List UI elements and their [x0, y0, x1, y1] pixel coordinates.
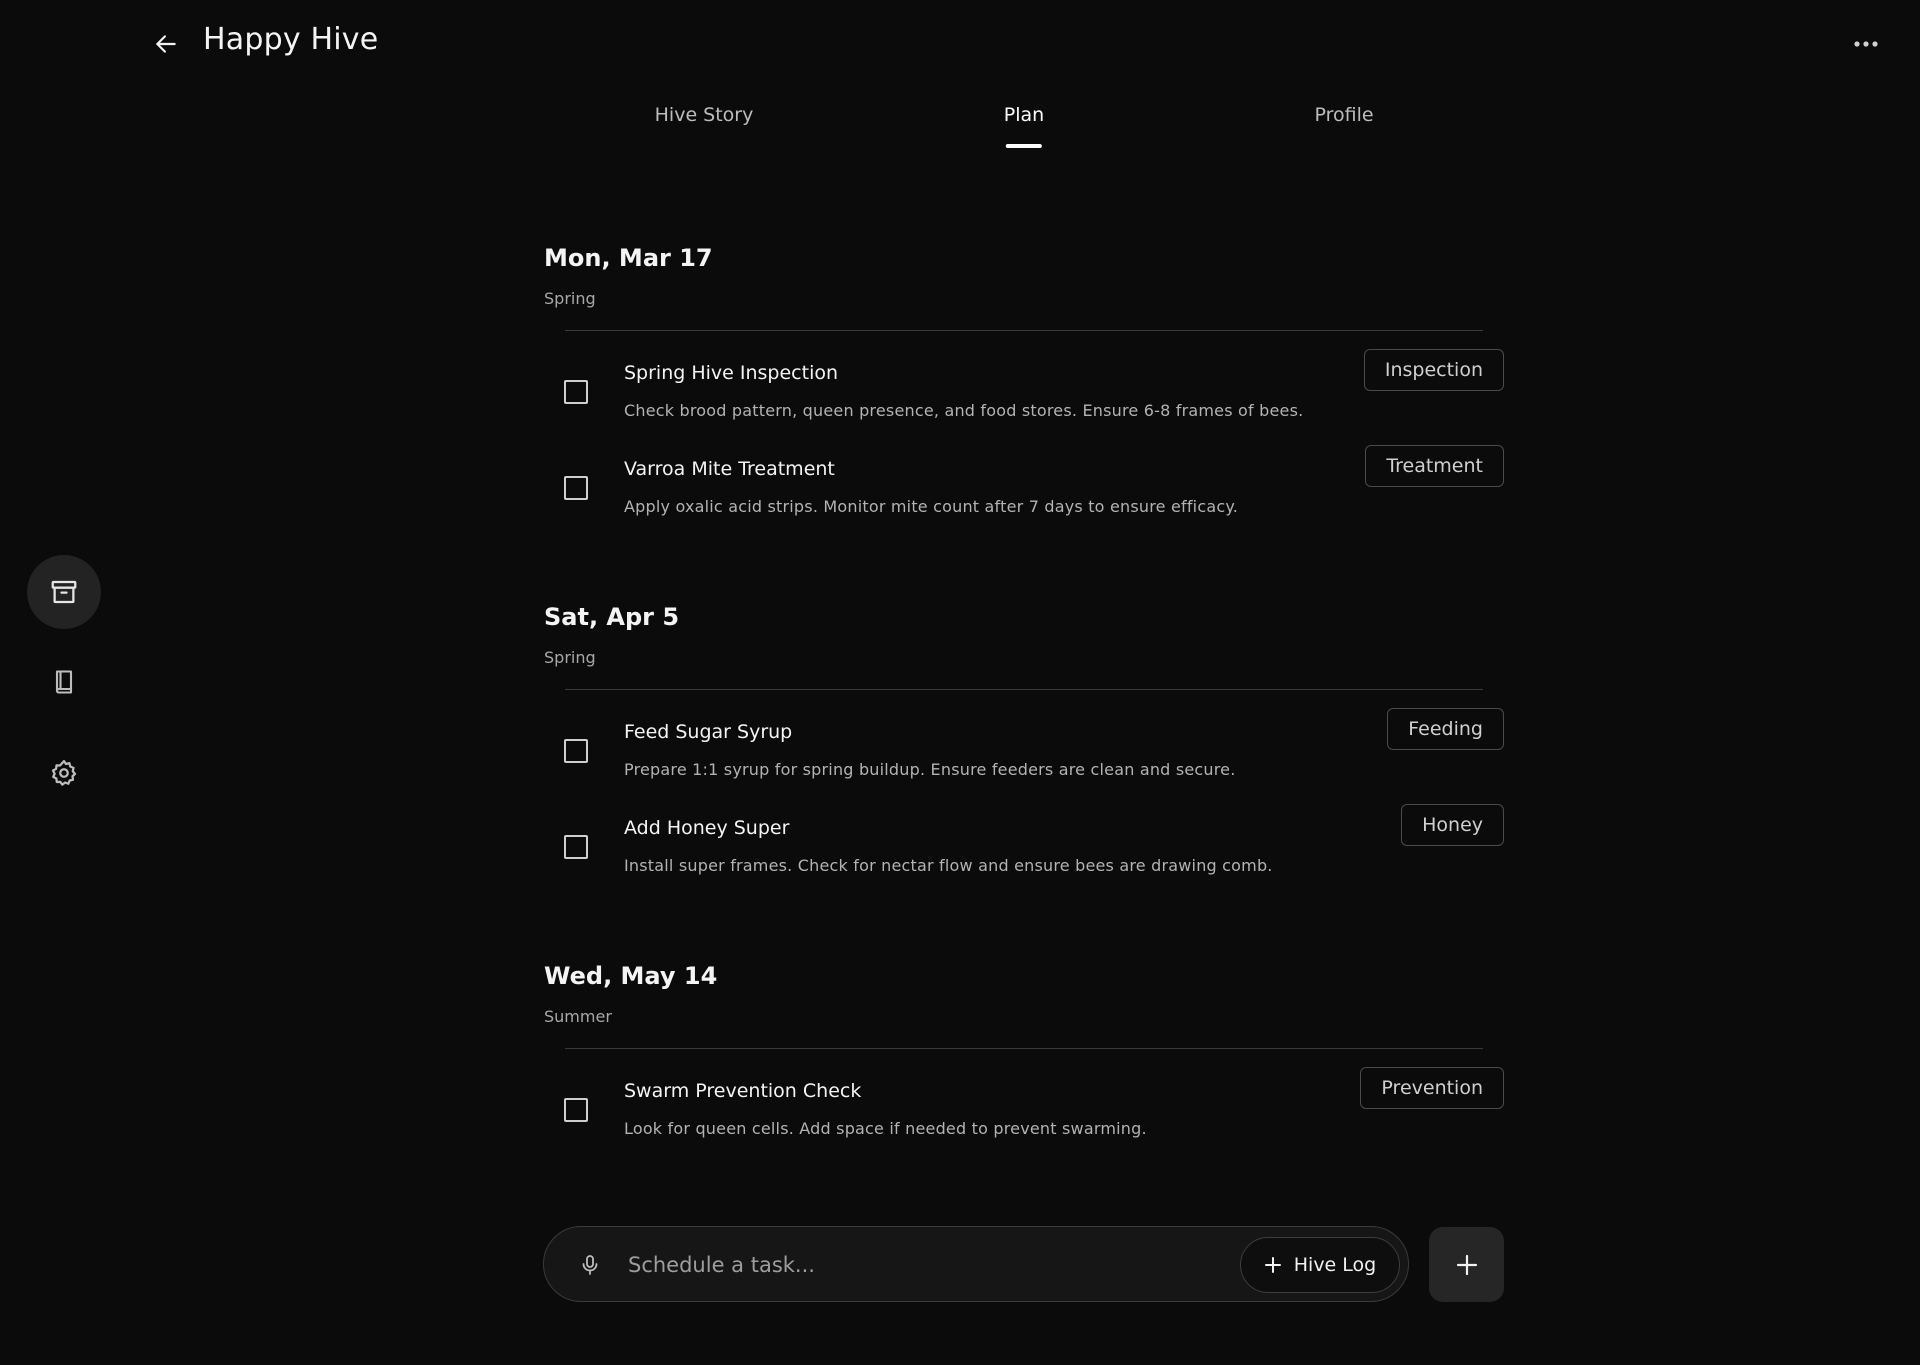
task-row: Swarm Prevention Check Look for queen ce…	[544, 1067, 1504, 1160]
arrow-left-icon	[156, 35, 176, 53]
date-heading: Sat, Apr 5	[544, 603, 680, 631]
tab-label: Plan	[1003, 104, 1045, 126]
task-category-tag[interactable]: Inspection	[1363, 349, 1504, 391]
tab-label: Profile	[1314, 104, 1374, 126]
tab-profile[interactable]: Profile	[1314, 104, 1373, 154]
task-title: Feed Sugar Syrup	[624, 721, 793, 743]
page-title: Happy Hive	[203, 22, 379, 57]
task-description: Look for queen cells. Add space if neede…	[624, 1119, 1147, 1138]
task-title: Swarm Prevention Check	[624, 1080, 862, 1102]
season-label: Spring	[544, 648, 596, 667]
task-checkbox[interactable]	[564, 476, 588, 500]
microphone-icon	[582, 1255, 598, 1275]
task-composer: Hive Log	[543, 1226, 1409, 1302]
task-checkbox[interactable]	[564, 1098, 588, 1122]
task-title: Spring Hive Inspection	[624, 362, 839, 384]
more-horizontal-icon	[1854, 41, 1878, 47]
date-heading: Mon, Mar 17	[544, 244, 713, 272]
active-tab-indicator	[1005, 144, 1042, 148]
task-row: Feed Sugar Syrup Prepare 1:1 syrup for s…	[544, 708, 1504, 801]
sidebar-item-settings[interactable]	[27, 736, 101, 810]
task-description: Apply oxalic acid strips. Monitor mite c…	[624, 497, 1239, 516]
task-category-tag[interactable]: Prevention	[1360, 1067, 1504, 1109]
section-divider	[565, 1048, 1483, 1049]
tab-label: Hive Story	[654, 104, 754, 126]
task-category-tag[interactable]: Feeding	[1387, 708, 1504, 750]
schedule-task-input[interactable]	[628, 1245, 1228, 1285]
task-row: Add Honey Super Install super frames. Ch…	[544, 804, 1504, 897]
section-divider	[565, 330, 1483, 331]
tab-hive-story[interactable]: Hive Story	[655, 104, 754, 154]
sidebar-item-archive[interactable]	[27, 555, 101, 629]
task-title: Add Honey Super	[624, 817, 790, 839]
season-label: Summer	[544, 1007, 612, 1026]
task-checkbox[interactable]	[564, 380, 588, 404]
sidebar-item-journal[interactable]	[27, 645, 101, 719]
back-button[interactable]	[146, 24, 186, 64]
plus-icon	[1264, 1257, 1281, 1273]
tab-plan[interactable]: Plan	[1004, 104, 1044, 154]
archive-icon	[51, 580, 77, 604]
plus-icon	[1456, 1254, 1477, 1275]
task-row: Varroa Mite Treatment Apply oxalic acid …	[544, 445, 1504, 538]
task-row: Spring Hive Inspection Check brood patte…	[544, 349, 1504, 442]
season-label: Spring	[544, 289, 596, 308]
section-divider	[565, 689, 1483, 690]
date-heading: Wed, May 14	[544, 962, 718, 990]
hive-log-label: Hive Log	[1293, 1254, 1377, 1276]
gear-icon	[51, 760, 77, 786]
task-category-tag[interactable]: Treatment	[1365, 445, 1504, 487]
microphone-button[interactable]	[572, 1247, 608, 1283]
task-description: Prepare 1:1 syrup for spring buildup. En…	[624, 760, 1236, 779]
task-checkbox[interactable]	[564, 739, 588, 763]
task-category-tag[interactable]: Honey	[1401, 804, 1504, 846]
task-description: Install super frames. Check for nectar f…	[624, 856, 1273, 875]
task-checkbox[interactable]	[564, 835, 588, 859]
book-icon	[55, 670, 73, 694]
more-options-button[interactable]	[1846, 24, 1886, 64]
add-task-button[interactable]	[1429, 1227, 1504, 1302]
hive-log-button[interactable]: Hive Log	[1240, 1237, 1400, 1293]
app-root: Happy Hive Hive Story Plan Profile Mon, …	[0, 0, 1920, 1365]
task-description: Check brood pattern, queen presence, and…	[624, 401, 1304, 420]
task-title: Varroa Mite Treatment	[624, 458, 835, 480]
